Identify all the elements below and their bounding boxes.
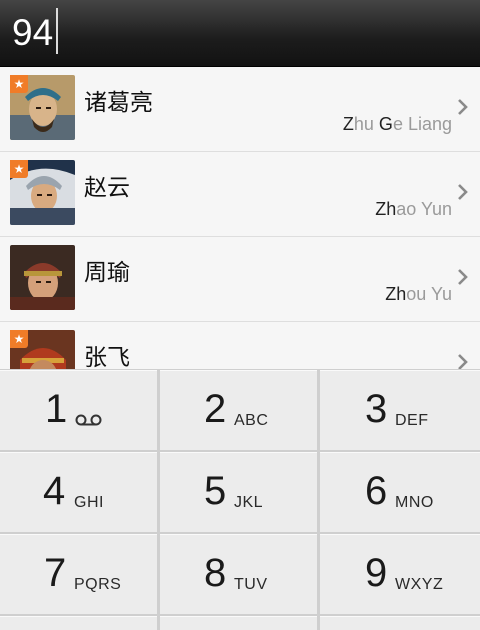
key-8[interactable]: 8 TUV (160, 534, 317, 614)
pinyin-rest: ou Yu (406, 284, 452, 304)
key-7[interactable]: 7 PQRS (0, 534, 157, 614)
dial-keypad: 1 2 ABC 3 DEF 4 GHI 5 JKL 6 MNO 7 PQRS 8… (0, 369, 480, 630)
pinyin-match: G (378, 114, 393, 134)
key-9[interactable]: 9 WXYZ (320, 534, 480, 614)
key-1[interactable]: 1 (0, 370, 157, 450)
key-3[interactable]: 3 DEF (320, 370, 480, 450)
key-digit: 1 (45, 387, 68, 431)
key-bottom-row-partial[interactable] (320, 616, 480, 630)
favorite-star-icon: ★ (10, 330, 28, 348)
pinyin-rest: e Liang (392, 114, 452, 134)
key-letters: WXYZ (395, 576, 444, 593)
contact-pinyin: Zhou Yu (385, 284, 452, 305)
voicemail-icon (75, 414, 102, 426)
pinyin-match: Zh (385, 284, 407, 304)
key-6[interactable]: 6 MNO (320, 452, 480, 532)
chevron-right-icon (458, 269, 468, 285)
key-letters: MNO (395, 494, 434, 511)
dial-input-bar[interactable]: 94 (0, 0, 480, 67)
key-letters: GHI (74, 494, 104, 511)
pinyin-rest: ao Yun (396, 199, 452, 219)
contact-avatar (10, 245, 75, 310)
key-digit: 8 (204, 551, 227, 595)
chevron-right-icon (458, 99, 468, 115)
key-letters: TUV (234, 576, 268, 593)
contact-name: 张飞 (84, 345, 130, 369)
key-4[interactable]: 4 GHI (0, 452, 157, 532)
key-2[interactable]: 2 ABC (160, 370, 317, 450)
contact-row[interactable]: ★ 赵云 Zhao Yun (0, 152, 480, 237)
pinyin-match: Zh (375, 199, 397, 219)
contact-row[interactable]: ★ 诸葛亮 Zhu Ge Liang (0, 67, 480, 152)
pinyin-match: Z (342, 114, 354, 134)
key-bottom-row-partial[interactable] (160, 616, 317, 630)
key-digit: 7 (44, 551, 67, 595)
key-letters: ABC (234, 412, 269, 429)
contact-results-list[interactable]: ★ 诸葛亮 Zhu Ge Liang ★ 赵云 Zhao Yun 周瑜 Zhou… (0, 67, 480, 369)
key-letters: JKL (234, 494, 264, 511)
key-digit: 9 (365, 551, 388, 595)
pinyin-rest: hu (353, 114, 379, 134)
contact-row[interactable]: ★ 张飞 (0, 322, 480, 369)
dial-input-value[interactable]: 94 (12, 12, 53, 54)
chevron-right-icon (458, 184, 468, 200)
key-letters: DEF (395, 412, 429, 429)
chevron-right-icon (458, 354, 468, 369)
favorite-star-icon: ★ (10, 160, 28, 178)
text-caret (56, 8, 58, 54)
key-bottom-row-partial[interactable] (0, 616, 157, 630)
contact-name: 周瑜 (84, 260, 130, 286)
key-digit: 2 (204, 387, 227, 431)
key-5[interactable]: 5 JKL (160, 452, 317, 532)
key-digit: 4 (43, 469, 66, 513)
contact-row[interactable]: 周瑜 Zhou Yu (0, 237, 480, 322)
contact-pinyin: Zhao Yun (375, 199, 452, 220)
contact-pinyin: Zhu Ge Liang (343, 114, 452, 135)
key-digit: 5 (204, 469, 227, 513)
key-letters: PQRS (74, 576, 122, 593)
contact-name: 诸葛亮 (84, 90, 153, 116)
key-digit: 3 (365, 387, 388, 431)
favorite-star-icon: ★ (10, 75, 28, 93)
key-digit: 6 (365, 469, 388, 513)
contact-name: 赵云 (84, 175, 130, 201)
